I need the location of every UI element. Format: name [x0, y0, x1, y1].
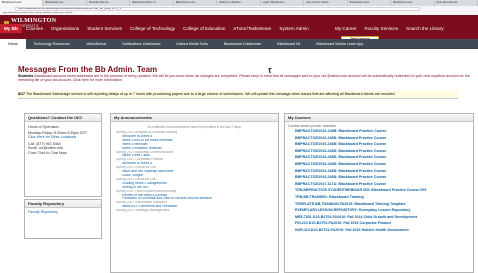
- course-link[interactable]: MEE.7831.D1S.B2T01.FA2016: Fall 2016 Chi…: [285, 214, 473, 221]
- top-nav-item[interactable]: Student Services: [83, 24, 126, 33]
- course-link[interactable]: BBPRACTICE2016.246B: Blackboard Practice…: [285, 161, 473, 168]
- courses-title: My Courses: [285, 114, 473, 122]
- top-nav-item[interactable]: My Bb: [0, 24, 22, 33]
- top-nav: My Bb Courses Organizations Student Service…: [0, 24, 313, 33]
- faculty-repository-link[interactable]: Faculty Repository: [25, 208, 101, 214]
- hours-link[interactable]: Click Here for Other Locations: [28, 135, 76, 139]
- contact-panel-title: Questions? Contact the UIC!: [25, 114, 101, 122]
- faculty-panel-title: Faculty Repository: [25, 200, 101, 208]
- course-link[interactable]: TEMPLATE.BB.TRAINING.FA2019: Blackboard …: [285, 201, 473, 208]
- subnav-tab[interactable]: Blackboard Mobile Learn App: [308, 39, 371, 49]
- chat[interactable]: Chat: Click to Chat Now!: [25, 151, 101, 155]
- top-nav-item[interactable]: College of Education: [179, 24, 229, 33]
- top-nav-item[interactable]: Organizations: [47, 24, 83, 33]
- hours-label: Hours of Operation:: [28, 124, 60, 129]
- secondary-nav: Home Technology Resources Video/Bonus Notif…: [0, 39, 478, 49]
- top-nav-item[interactable]: Search the Library: [402, 24, 448, 33]
- announcements-title: My Announcements: [111, 114, 278, 122]
- subnav-tab[interactable]: Home: [0, 39, 26, 49]
- courses-panel: My Courses Courses where you are: Instru…: [284, 113, 474, 273]
- announcements-panel: My Announcements No Institution Announce…: [110, 113, 279, 273]
- alert-text: Blackboard account email addresses are i…: [18, 74, 470, 83]
- safeassign-notice: 8/17 The Blackboard SafeAssign service i…: [18, 91, 458, 99]
- faculty-panel: Faculty Repository Faculty Repository: [24, 199, 102, 239]
- announcements-note: No Institution Announcements have been p…: [147, 125, 242, 129]
- course-link[interactable]: BBPRACTICE2016.246B: Blackboard Practice…: [285, 154, 473, 161]
- course-link[interactable]: NUR.413.D1S.B2T01.FA2016: Fall 2016 Holi…: [285, 227, 473, 234]
- course-link[interactable]: BBPRACTICE2016.246B: Blackboard Practice…: [285, 135, 473, 142]
- top-nav-item[interactable]: My Career: [331, 24, 360, 33]
- announcement-course: Spring 2017 Strategic Management: [116, 209, 170, 213]
- top-nav-right: My Career Faculty Services Search the Libr…: [331, 24, 448, 33]
- course-link[interactable]: BBPRACTICE2016-246B: Blackboard Practice…: [285, 128, 473, 135]
- top-nav-item[interactable]: Faculty Services: [360, 24, 402, 33]
- subnav-tab[interactable]: Blackboard Collaborate: [216, 39, 269, 49]
- url-field[interactable]: https://blackboard.wilmu.edu/webapps/por…: [15, 7, 420, 11]
- subnav-tab[interactable]: Video/Bonus: [78, 39, 114, 49]
- top-nav-item[interactable]: eTutor/Taskstream: [230, 24, 276, 33]
- course-link[interactable]: BBPRACTICE2016.246B: Blackboard Practice…: [285, 148, 473, 155]
- course-link[interactable]: EXEMPLARY.LESSON.REPOSITORY: Exemplary L…: [285, 207, 473, 214]
- students-alert: Students Blackboard account email addres…: [18, 74, 478, 88]
- course-link[interactable]: FIN.210.D1S.B2T01.FA2016: Fall 2016 Corp…: [285, 220, 473, 227]
- course-link[interactable]: BBPRACTICE2016.246B: Blackboard Practice…: [285, 141, 473, 148]
- top-nav-item[interactable]: College of Technology: [126, 24, 179, 33]
- subnav-tab[interactable]: Blackboard IM: [269, 39, 308, 49]
- notice-label: 8/17: [18, 92, 25, 96]
- subnav-tab[interactable]: Kaltura Media Tools: [168, 39, 216, 49]
- alert-label: Students: [18, 74, 34, 78]
- subnav-tab[interactable]: Notifications Dashboard: [114, 39, 168, 49]
- top-nav-item[interactable]: System Admin: [275, 24, 312, 33]
- notice-text: The Blackboard SafeAssign service is sti…: [25, 92, 396, 96]
- course-link[interactable]: TRN.BB.TRAINING: Blackboard Training: [285, 194, 473, 201]
- top-nav-item[interactable]: Courses: [22, 24, 47, 33]
- subnav-tab[interactable]: Technology Resources: [26, 39, 78, 49]
- course-link[interactable]: BBPRACTICE2016.246B: Blackboard Practice…: [285, 168, 473, 175]
- course-link[interactable]: TRN.BBPRACTICE.STUDENTWEBINAR.005: Black…: [285, 187, 473, 194]
- course-link[interactable]: BBPRACTICE2016.246B: Blackboard Practice…: [285, 174, 473, 181]
- contact-panel: Questions? Contact the UIC! Hours of Ope…: [24, 113, 102, 197]
- course-link[interactable]: BBPRACTICE2017.317A: Blackboard Practice…: [285, 181, 473, 188]
- content-area: Messages From the Bb Admin. Team Student…: [0, 49, 478, 273]
- page-title: Messages From the Bb Admin. Team: [18, 65, 158, 74]
